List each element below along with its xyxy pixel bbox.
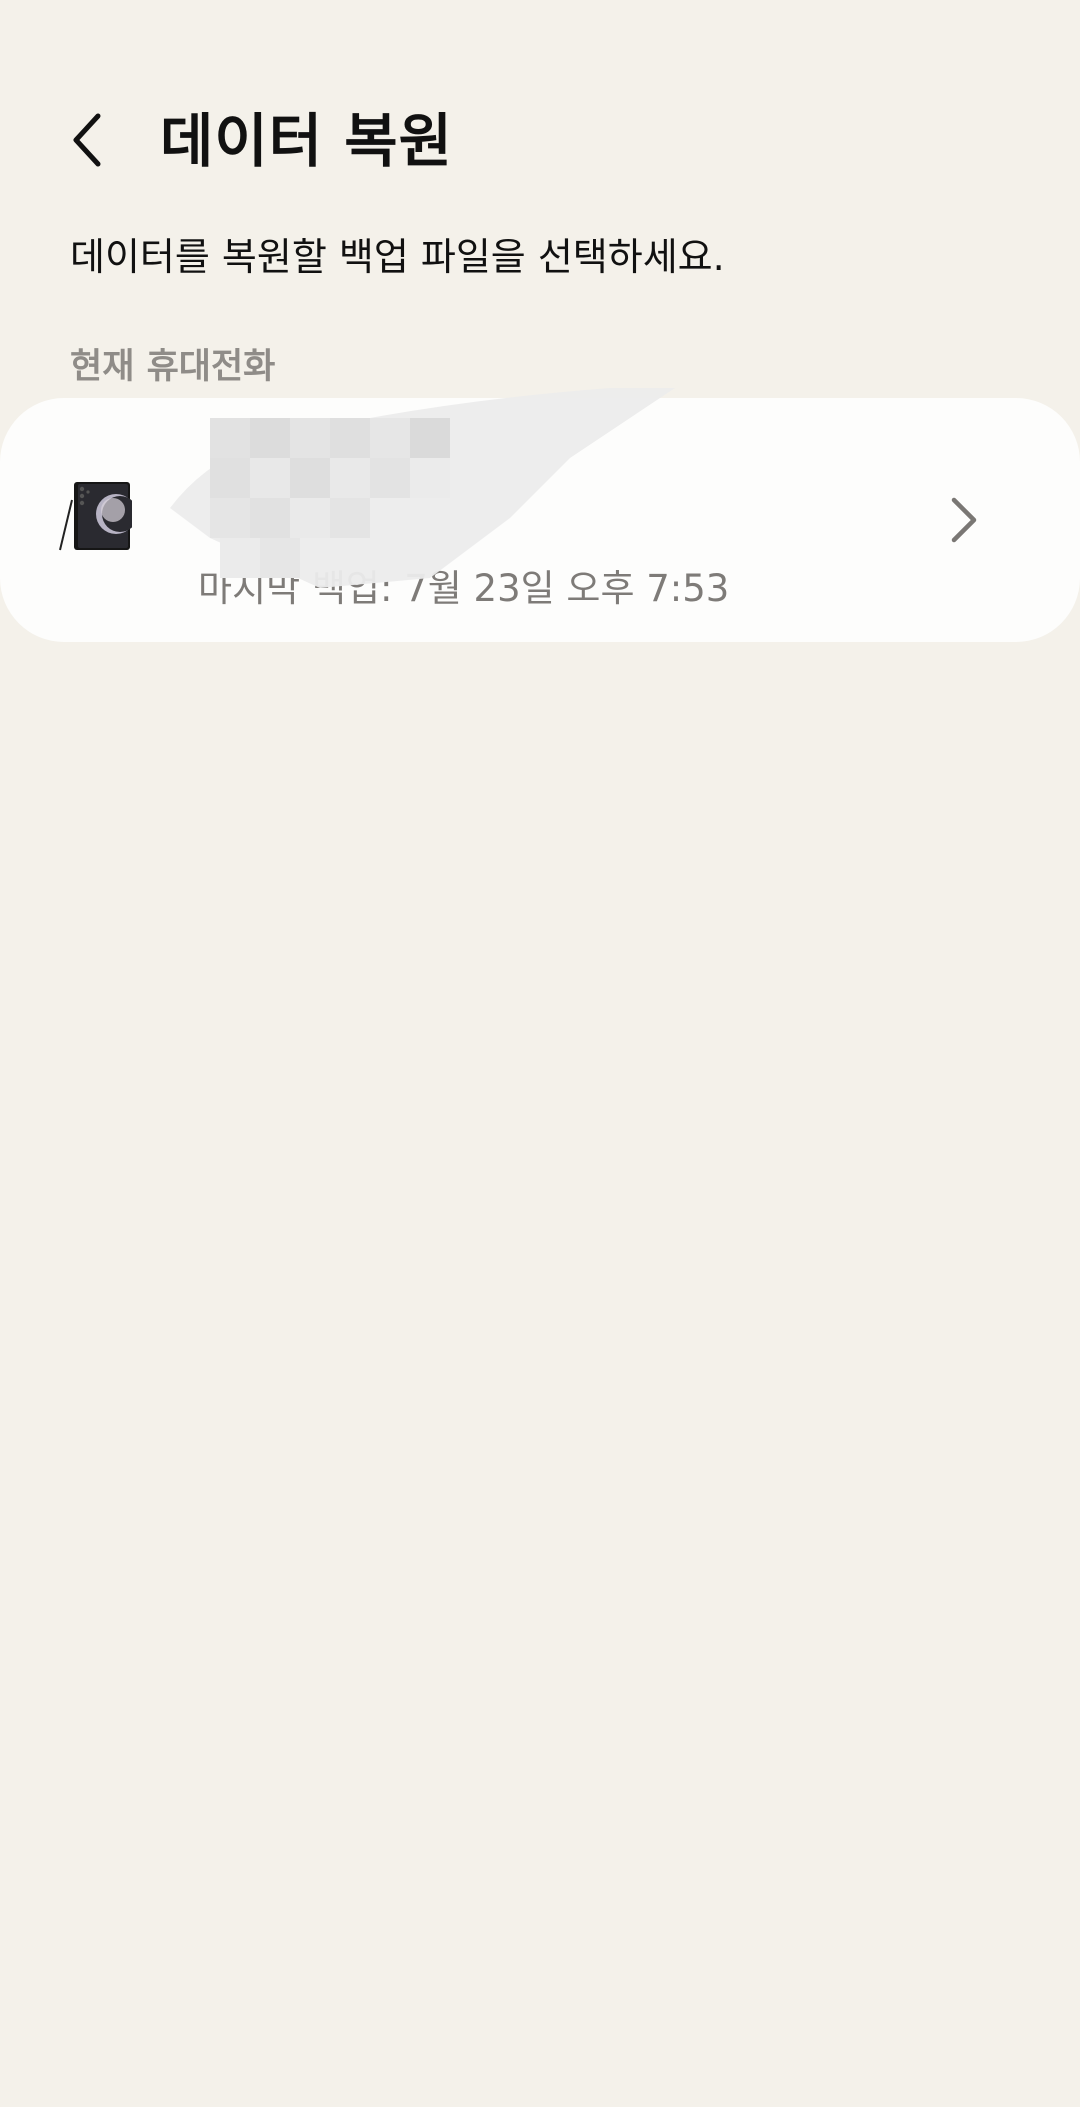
back-button[interactable] [48, 100, 128, 180]
page-title: 데이터 복원 [160, 107, 453, 175]
chevron-left-icon [73, 113, 101, 167]
instruction-text: 데이터를 복원할 백업 파일을 선택하세요. [70, 235, 725, 279]
app-bar: 데이터 복원 [0, 70, 1080, 200]
restore-data-screen: 데이터 복원 데이터를 복원할 백업 파일을 선택하세요. 현재 휴대전화 마지… [0, 0, 1080, 2107]
chevron-right-icon [951, 497, 977, 543]
section-label-current-phone: 현재 휴대전화 [70, 347, 276, 387]
current-phone-backup-item[interactable]: 마지막 백업: 7월 23일 오후 7:53 [0, 388, 1080, 642]
phone-device-icon [59, 482, 132, 551]
last-backup-time: 마지막 백업: 7월 23일 오후 7:53 [198, 567, 730, 610]
